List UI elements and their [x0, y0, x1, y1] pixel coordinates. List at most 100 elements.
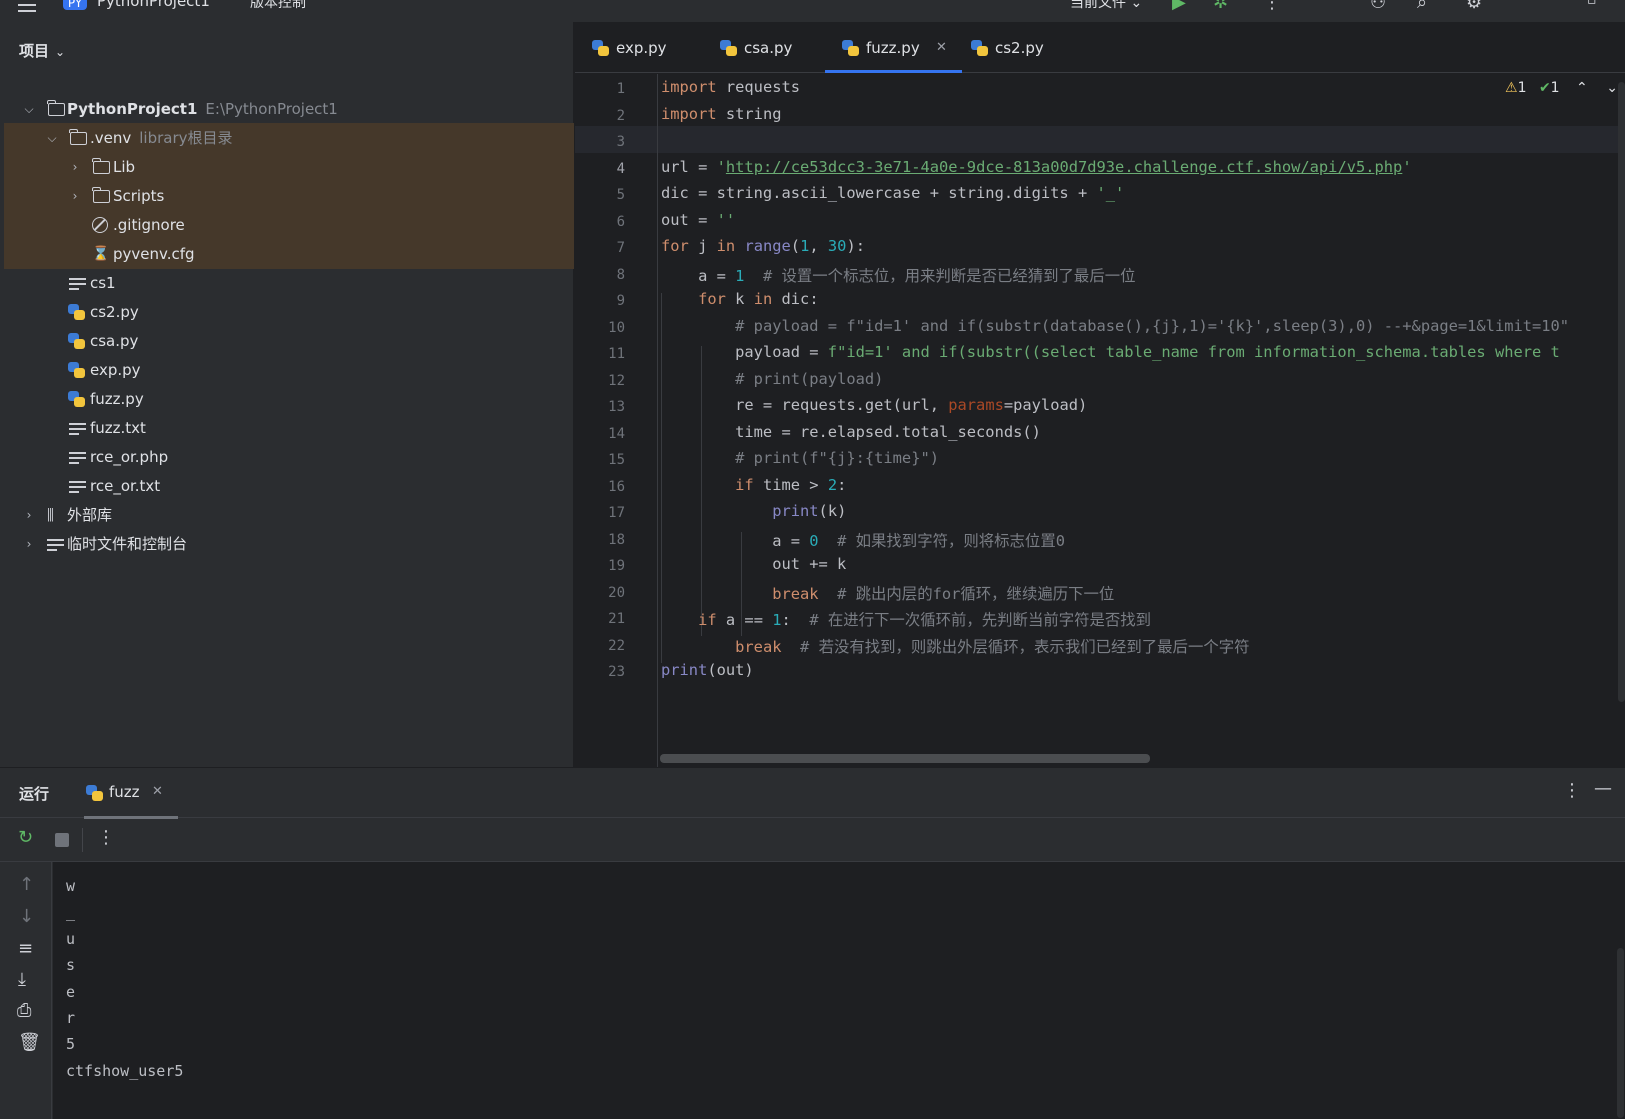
chevron-right-icon[interactable]: › [68, 181, 82, 211]
tree-item-external-libraries[interactable]: › ⫼ 外部库 [4, 500, 574, 530]
title-bar: PY PythonProject1 版本控制 当前文件 ⌄ ▶ ✲ ⋮ ⚇ ⌕ … [0, 0, 1625, 22]
chevron-down-icon[interactable]: ⌄ [1606, 80, 1618, 96]
chevron-down-icon[interactable]: ⌵ [22, 94, 36, 124]
add-user-icon[interactable]: ⚇ [1370, 0, 1386, 13]
tree-item-label: pyvenv.cfg [113, 245, 195, 263]
line-number: 6 [616, 214, 625, 230]
scratches-icon [47, 536, 64, 552]
tree-item-rce-or-php[interactable]: rce_or.php [4, 442, 574, 472]
tree-item-fuzz-txt[interactable]: fuzz.txt [4, 413, 574, 443]
console-output[interactable]: o w _ u s e r 5 ctfshow_user5 [53, 862, 1625, 1119]
python-file-icon [68, 391, 85, 407]
search-icon[interactable]: ⌕ [1417, 0, 1427, 13]
tab-fuzz-py[interactable]: fuzz.py ✕ [825, 22, 962, 74]
tree-item-exp-py[interactable]: exp.py [4, 355, 574, 385]
project-switcher[interactable]: PythonProject1 [97, 0, 210, 10]
line-number: 11 [608, 346, 625, 362]
console-scrollbar[interactable] [1617, 948, 1624, 1118]
line-number: 5 [616, 187, 625, 203]
vertical-scrollbar[interactable] [1618, 82, 1625, 702]
project-panel-header[interactable]: 项目 ⌄ [19, 40, 65, 61]
tab-label: cs2.py [995, 39, 1044, 57]
window-restore-icon[interactable]: ▫ [1587, 0, 1597, 8]
chevron-up-icon[interactable]: ⌃ [1576, 80, 1588, 96]
code-line: a = 0 # 如果找到字符，则将标志位置0 [661, 532, 1065, 550]
project-root-path: E:\PythonProject1 [205, 100, 338, 118]
tree-item-label: fuzz.py [90, 390, 144, 408]
code-line: print(out) [661, 661, 754, 679]
line-number: 23 [608, 664, 625, 680]
console-line: 5 [66, 1035, 76, 1053]
tree-item-gitignore[interactable]: .gitignore [4, 210, 574, 240]
project-badge[interactable]: PY [63, 0, 87, 10]
close-icon[interactable]: ✕ [152, 784, 163, 799]
trash-icon[interactable]: 🗑 [18, 1032, 41, 1053]
run-config-selector[interactable]: 当前文件 ⌄ [1070, 0, 1142, 12]
debug-icon[interactable]: ✲ [1213, 0, 1228, 13]
tree-item-label: Lib [113, 158, 136, 176]
check-icon: ✔ [1538, 80, 1551, 96]
stop-icon[interactable] [55, 833, 69, 847]
text-file-icon [69, 275, 86, 291]
tree-item-scripts[interactable]: › Scripts [4, 181, 574, 211]
run-tab-fuzz[interactable]: fuzz ✕ [84, 768, 178, 819]
soft-wrap-icon[interactable]: ≡ [18, 938, 33, 959]
code-line: re = requests.get(url, params=payload) [661, 396, 1088, 414]
tree-item-csa-py[interactable]: csa.py [4, 326, 574, 356]
rerun-icon[interactable]: ↻ [18, 827, 33, 848]
print-icon[interactable]: ⎙ [17, 1000, 31, 1021]
tree-item-lib[interactable]: › Lib [4, 152, 574, 182]
code-line: import requests [661, 78, 801, 96]
run-header: 运行 fuzz ✕ ⋮ — [0, 768, 1625, 819]
run-toolbar: ↻ ⋮ [0, 818, 1625, 862]
tree-item-label: csa.py [90, 332, 139, 350]
code-line: break # 若没有找到，则跳出外层循环，表示我们已经到了最后一个字符 [735, 638, 1250, 656]
code-line: # payload = f"id=1' and if(substr(databa… [735, 317, 1570, 335]
line-number: 10 [608, 320, 625, 336]
main-menu-icon[interactable] [18, 0, 36, 12]
tree-item-venv[interactable]: ⌵ .venv library根目录 [4, 123, 574, 153]
console-line: e [66, 983, 76, 1001]
tree-item-fuzz-py[interactable]: fuzz.py [4, 384, 574, 414]
console-line: s [66, 956, 76, 974]
chevron-right-icon[interactable]: › [22, 529, 36, 559]
vcs-menu[interactable]: 版本控制 [250, 0, 306, 12]
minimize-icon[interactable]: — [1594, 778, 1612, 799]
chevron-right-icon[interactable]: › [68, 152, 82, 182]
inspection-widget[interactable]: ⚠1 ✔1 ⌃ ⌄ [1505, 80, 1618, 96]
folder-icon [92, 187, 110, 203]
arrow-up-icon[interactable]: ↑ [19, 874, 34, 895]
more-options-icon[interactable]: ⋮ [1563, 780, 1581, 801]
project-tool-window: 项目 ⌄ ⌵ PythonProject1 E:\PythonProject1 ⌵ … [0, 22, 574, 767]
tree-item-scratches[interactable]: › 临时文件和控制台 [4, 529, 574, 559]
code-line: out += k [661, 555, 847, 573]
horizontal-scrollbar[interactable] [660, 754, 1150, 763]
chevron-down-icon[interactable]: ⌵ [45, 123, 59, 153]
tree-item-rce-or-txt[interactable]: rce_or.txt [4, 471, 574, 501]
console-line: o [66, 862, 75, 864]
code-editor: exp.py csa.py fuzz.py ✕ cs2.py ⚠1 ✔1 ⌃ ⌄… [575, 22, 1625, 767]
warning-icon: ⚠ [1505, 80, 1518, 96]
tree-item-pyvenv-cfg[interactable]: ⌛ pyvenv.cfg [4, 239, 574, 269]
python-file-icon [68, 304, 85, 320]
tree-item-cs2-py[interactable]: cs2.py [4, 297, 574, 327]
tree-item-project-root[interactable]: ⌵ PythonProject1 E:\PythonProject1 [4, 94, 574, 124]
code-line: import string [661, 105, 782, 123]
close-icon[interactable]: ✕ [936, 22, 947, 74]
scroll-to-end-icon[interactable]: ⤓ [18, 969, 26, 990]
arrow-down-icon[interactable]: ↓ [19, 906, 34, 927]
settings-icon[interactable]: ⚙ [1466, 0, 1482, 13]
line-number: 21 [608, 611, 625, 627]
chevron-right-icon[interactable]: › [22, 500, 36, 530]
tree-item-label: fuzz.txt [90, 419, 146, 437]
tree-item-cs1[interactable]: cs1 [4, 268, 574, 298]
run-icon[interactable]: ▶ [1172, 0, 1186, 13]
tree-item-label: rce_or.php [90, 448, 169, 466]
more-options-icon[interactable]: ⋮ [97, 827, 115, 848]
more-actions-icon[interactable]: ⋮ [1263, 0, 1281, 13]
tree-item-label: cs1 [90, 274, 116, 292]
folder-icon [92, 158, 110, 174]
python-file-icon [971, 40, 988, 56]
tree-item-label: Scripts [113, 187, 165, 205]
line-number: 20 [608, 585, 625, 601]
